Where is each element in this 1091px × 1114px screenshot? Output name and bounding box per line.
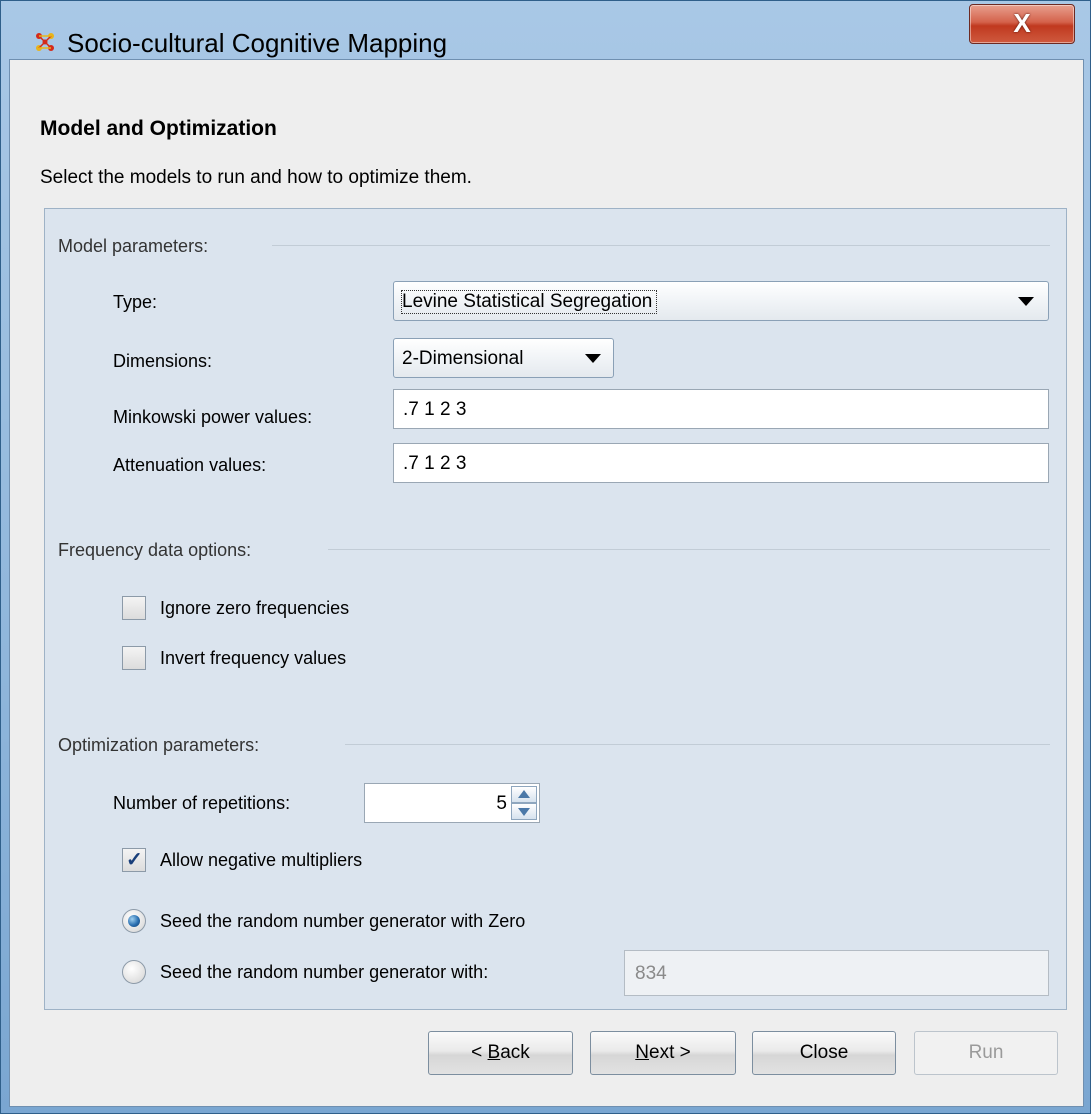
dimensions-label: Dimensions: [113, 351, 213, 371]
attenuation-input[interactable]: .7 1 2 3 [393, 443, 1049, 483]
next-button[interactable]: Next > [590, 1031, 736, 1075]
attenuation-input-value: .7 1 2 3 [403, 453, 467, 474]
invert-values-checkbox[interactable] [122, 646, 146, 670]
frequency-options-divider [328, 549, 1050, 550]
close-button[interactable]: Close [752, 1031, 896, 1075]
seed-value-input[interactable]: 834 [624, 950, 1049, 996]
type-select[interactable]: Levine Statistical Segregation [393, 281, 1049, 321]
minkowski-label: Minkowski power values: [113, 407, 313, 427]
back-button[interactable]: < Back [428, 1031, 573, 1075]
spin-up-button[interactable] [511, 786, 537, 803]
close-window-button[interactable]: X [969, 4, 1075, 44]
optimization-group-label: Optimization parameters: [58, 735, 260, 755]
ignore-zero-checkbox[interactable] [122, 596, 146, 620]
back-button-prefix: < [471, 1042, 488, 1063]
page-title: Model and Optimization [40, 117, 277, 140]
type-select-value: Levine Statistical Segregation [400, 290, 658, 314]
seed-zero-radio[interactable] [122, 909, 146, 933]
radio-selected-dot [128, 915, 140, 927]
ignore-zero-label[interactable]: Ignore zero frequencies [160, 598, 349, 619]
seed-zero-label[interactable]: Seed the random number generator with Ze… [160, 911, 525, 932]
type-label: Type: [113, 292, 158, 312]
repetitions-value: 5 [496, 793, 507, 814]
allow-negative-label[interactable]: Allow negative multipliers [160, 850, 362, 871]
seed-custom-radio[interactable] [122, 960, 146, 984]
optimization-divider [345, 744, 1050, 745]
allow-negative-checkbox[interactable]: ✓ [122, 848, 146, 872]
chevron-down-icon [1018, 297, 1034, 306]
attenuation-label: Attenuation values: [113, 455, 267, 475]
model-parameters-group-label: Model parameters: [58, 236, 209, 256]
run-button[interactable]: Run [914, 1031, 1058, 1075]
spin-down-button[interactable] [511, 803, 537, 820]
next-button-mnemonic: N [635, 1042, 649, 1063]
next-button-rest: ext > [649, 1042, 691, 1063]
page-description: Select the models to run and how to opti… [40, 167, 472, 188]
dimensions-select-value: 2-Dimensional [402, 348, 524, 369]
title-bar[interactable]: Socio-cultural Cognitive Mapping X [1, 1, 1090, 59]
checkmark-icon: ✓ [126, 849, 143, 871]
dimensions-select[interactable]: 2-Dimensional [393, 338, 614, 378]
seed-value-text: 834 [635, 963, 667, 984]
invert-values-label[interactable]: Invert frequency values [160, 648, 346, 669]
chevron-down-icon [585, 354, 601, 363]
back-button-mnemonic: B [487, 1042, 501, 1063]
repetitions-label: Number of repetitions: [113, 793, 291, 813]
app-network-icon [36, 33, 54, 51]
frequency-options-group-label: Frequency data options: [58, 540, 252, 560]
minkowski-input[interactable]: .7 1 2 3 [393, 389, 1049, 429]
repetitions-spinner[interactable]: 5 [364, 783, 540, 823]
arrow-up-icon [518, 790, 530, 798]
seed-custom-label[interactable]: Seed the random number generator with: [160, 962, 488, 983]
model-parameters-divider [272, 245, 1050, 246]
minkowski-input-value: .7 1 2 3 [403, 399, 467, 420]
arrow-down-icon [518, 808, 530, 816]
window-title: Socio-cultural Cognitive Mapping [67, 28, 448, 58]
back-button-rest: ack [500, 1042, 530, 1063]
